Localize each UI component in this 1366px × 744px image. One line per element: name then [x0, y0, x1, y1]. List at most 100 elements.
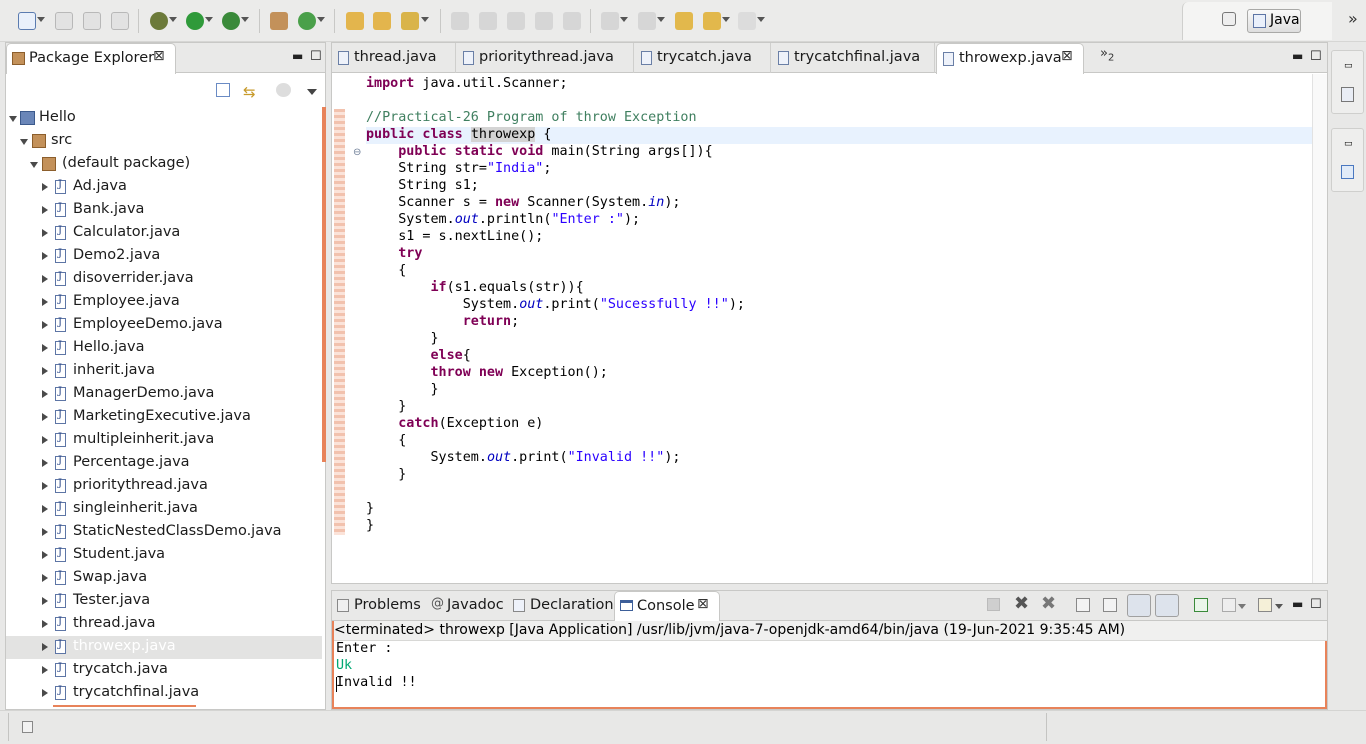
close-icon[interactable]: ⊠ — [153, 48, 165, 64]
collapse-icon[interactable] — [30, 162, 38, 168]
tree-item-file[interactable]: Demo2.java — [6, 245, 322, 268]
tree-item-file[interactable]: MarketingExecutive.java — [6, 406, 322, 429]
tree-item-file[interactable]: Hello.java — [6, 337, 322, 360]
scroll-lock-icon[interactable] — [1103, 598, 1117, 612]
restore-icon[interactable]: ▭ — [1344, 61, 1353, 71]
debug-dropdown-icon[interactable] — [169, 17, 177, 22]
collapse-all-icon[interactable] — [216, 83, 230, 97]
more-tabs-icon[interactable]: »2 — [1100, 46, 1114, 64]
tree-item-file[interactable]: Employee.java — [6, 291, 322, 314]
expand-icon[interactable] — [42, 574, 48, 582]
forward-dropdown-icon[interactable] — [757, 17, 765, 22]
expand-icon[interactable] — [42, 505, 48, 513]
back-dropdown-icon[interactable] — [722, 17, 730, 22]
focus-icon[interactable] — [276, 83, 291, 97]
new-icon[interactable] — [18, 12, 36, 30]
show-whitespace-icon[interactable] — [535, 12, 553, 30]
outline-view-icon[interactable] — [1341, 87, 1354, 102]
run-external-icon[interactable] — [222, 12, 240, 30]
tab-problems[interactable]: Problems — [332, 591, 424, 621]
save-icon[interactable] — [55, 12, 73, 30]
tree-item-file[interactable]: Percentage.java — [6, 452, 322, 475]
save-all-icon[interactable] — [83, 12, 101, 30]
tree-item-file[interactable]: disoverrider.java — [6, 268, 322, 291]
tree-item-src[interactable]: src — [6, 130, 322, 153]
expand-icon[interactable] — [42, 528, 48, 536]
tree-item-file[interactable]: StaticNestedClassDemo.java — [6, 521, 322, 544]
show-console-on-stdout-icon[interactable] — [1127, 594, 1151, 617]
expand-icon[interactable] — [42, 551, 48, 559]
fast-view-icon[interactable] — [22, 721, 33, 733]
search-icon[interactable] — [401, 12, 419, 30]
open-type-icon[interactable] — [346, 12, 364, 30]
tree-item-project[interactable]: Hello — [6, 107, 322, 130]
tab-thread-java[interactable]: thread.java — [332, 43, 456, 73]
terminate-icon[interactable] — [987, 598, 1000, 611]
next-annotation-icon[interactable] — [601, 12, 619, 30]
collapse-icon[interactable] — [20, 139, 28, 145]
display-console-dropdown-icon[interactable] — [1238, 604, 1246, 609]
toggle-mark-icon[interactable] — [451, 12, 469, 30]
expand-icon[interactable] — [42, 344, 48, 352]
open-perspective-icon[interactable] — [1222, 12, 1236, 26]
tab-console[interactable]: Console ⊠ — [614, 591, 720, 622]
tab-prioritythread-java[interactable]: prioritythread.java — [457, 43, 634, 73]
expand-icon[interactable] — [42, 275, 48, 283]
pin-console-icon[interactable] — [1194, 598, 1208, 612]
expand-icon[interactable] — [42, 597, 48, 605]
view-menu-icon[interactable] — [307, 89, 317, 95]
tree-item-file[interactable]: Bank.java — [6, 199, 322, 222]
back-icon[interactable] — [703, 12, 721, 30]
collapse-icon[interactable] — [9, 116, 17, 122]
tab-trycatchfinal-java[interactable]: trycatchfinal.java — [772, 43, 935, 73]
task-list-icon[interactable] — [1341, 165, 1354, 179]
tree-item-file[interactable]: singleinherit.java — [6, 498, 322, 521]
tree-item-file[interactable]: trycatch.java — [6, 659, 322, 682]
scrollbar-thumb[interactable] — [322, 107, 326, 462]
tree-item-file[interactable]: ManagerDemo.java — [6, 383, 322, 406]
next-annotation-dropdown-icon[interactable] — [620, 17, 628, 22]
link-with-editor-icon[interactable]: ⇆ — [243, 83, 256, 101]
new-class-dropdown-icon[interactable] — [317, 17, 325, 22]
expand-icon[interactable] — [42, 643, 48, 651]
new-dropdown-icon[interactable] — [37, 17, 45, 22]
maximize-icon[interactable]: ☐ — [1310, 49, 1322, 64]
debug-icon[interactable] — [150, 12, 168, 30]
tree-item-file[interactable]: multipleinherit.java — [6, 429, 322, 452]
previous-annotation-dropdown-icon[interactable] — [657, 17, 665, 22]
expand-icon[interactable] — [42, 459, 48, 467]
toggle-breadcrumb-icon[interactable] — [479, 12, 497, 30]
tree-item-file[interactable]: inherit.java — [6, 360, 322, 383]
block-selection-icon[interactable] — [507, 12, 525, 30]
forward-icon[interactable] — [738, 12, 756, 30]
expand-icon[interactable] — [42, 229, 48, 237]
expand-icon[interactable] — [42, 321, 48, 329]
search-dropdown-icon[interactable] — [421, 17, 429, 22]
java-perspective-button[interactable]: Java — [1247, 9, 1301, 33]
expand-icon[interactable] — [42, 482, 48, 490]
remove-launch-icon[interactable]: ✖ — [1014, 593, 1029, 614]
last-edit-location-icon[interactable] — [675, 12, 693, 30]
maximize-icon[interactable]: ☐ — [1310, 597, 1322, 612]
expand-icon[interactable] — [42, 298, 48, 306]
overview-ruler[interactable] — [1312, 74, 1327, 583]
run-dropdown-icon[interactable] — [205, 17, 213, 22]
expand-icon[interactable] — [42, 436, 48, 444]
tree-item-file[interactable]: Calculator.java — [6, 222, 322, 245]
tree-item-file[interactable]: Ad.java — [6, 176, 322, 199]
display-console-icon[interactable] — [1222, 598, 1236, 612]
close-icon[interactable]: ⊠ — [697, 596, 709, 612]
tree-item-default-package[interactable]: (default package) — [6, 153, 322, 176]
minimize-icon[interactable]: ▬ — [292, 49, 303, 63]
print-icon[interactable] — [111, 12, 129, 30]
restore-icon[interactable]: ▭ — [1344, 139, 1353, 149]
minimize-icon[interactable]: ▬ — [1292, 597, 1303, 611]
tree-item-file[interactable]: trycatchfinal.java — [6, 682, 322, 705]
tab-package-explorer[interactable]: Package Explorer ⊠ — [6, 43, 176, 74]
tree-item-file[interactable]: EmployeeDemo.java — [6, 314, 322, 337]
expand-icon[interactable] — [42, 183, 48, 191]
expand-icon[interactable] — [42, 206, 48, 214]
tab-javadoc[interactable]: @ Javadoc — [425, 591, 507, 621]
fold-collapse-icon[interactable]: ⊖ — [353, 147, 361, 158]
open-task-icon[interactable] — [373, 12, 391, 30]
